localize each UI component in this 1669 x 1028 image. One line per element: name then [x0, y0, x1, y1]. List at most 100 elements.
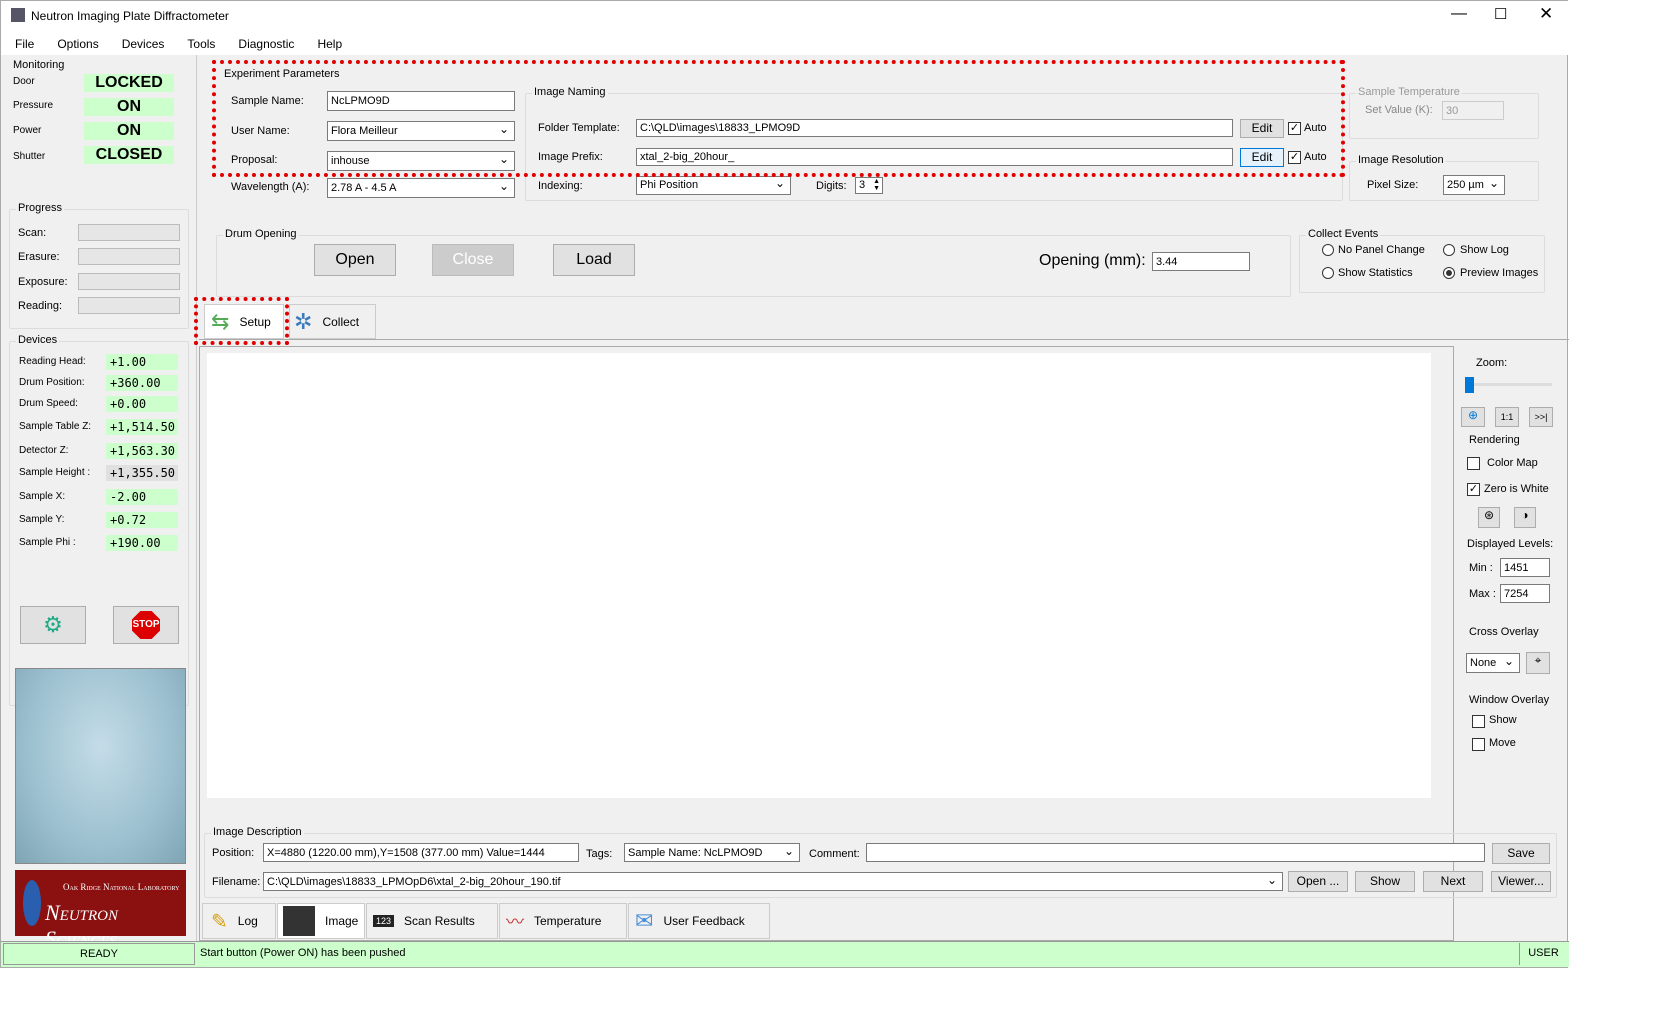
drum-opening-group: Drum Opening Open Close Load Opening (mm… — [216, 228, 1291, 297]
next-button[interactable]: Next — [1423, 871, 1483, 892]
tab-scan-results[interactable]: 123 Scan Results — [366, 903, 498, 939]
wavelength-select[interactable]: 2.78 A - 4.5 A — [327, 178, 515, 198]
overlay-show-checkbox[interactable] — [1472, 715, 1485, 728]
overlay-move-checkbox[interactable] — [1472, 738, 1485, 751]
cross-overlay-title: Cross Overlay — [1469, 626, 1539, 638]
window-title: Neutron Imaging Plate Diffractometer — [31, 9, 229, 23]
device-label: Drum Position: — [19, 377, 85, 388]
scan-results-icon: 123 — [373, 915, 395, 927]
overlay-show-label: Show — [1489, 714, 1517, 726]
pixel-size-select[interactable]: 250 µm — [1443, 175, 1505, 195]
zoom-slider-thumb[interactable] — [1465, 377, 1474, 393]
show-button[interactable]: Show — [1355, 871, 1415, 892]
device-value: +190.00 — [106, 535, 178, 551]
temperature-chart-icon: 〰 — [506, 912, 524, 932]
menu-help[interactable]: Help — [303, 31, 351, 55]
progress-group: Progress Scan: Erasure: Exposure: Readin… — [9, 202, 189, 329]
brightness-button[interactable]: ⊛ — [1478, 507, 1500, 528]
max-stepper[interactable]: 7254 — [1500, 584, 1550, 603]
user-feedback-tab-label: User Feedback — [663, 914, 745, 928]
status-state: READY — [3, 943, 195, 965]
devices-config-button[interactable]: ⚙ — [20, 606, 86, 644]
zoom-fit-button[interactable]: ⊕ — [1461, 407, 1485, 427]
device-label: Drum Speed: — [19, 398, 78, 409]
pressure-status: ON — [84, 98, 174, 116]
tab-temperature[interactable]: 〰 Temperature — [499, 903, 627, 939]
monitoring-title: Monitoring — [13, 59, 65, 71]
device-value: +0.00 — [106, 396, 178, 412]
devices-group: Devices Reading Head: +1.00 Drum Position:… — [9, 334, 189, 706]
image-tab-label: Image — [325, 914, 359, 928]
zoom-slider[interactable] — [1466, 383, 1552, 386]
resolution-title: Image Resolution — [1356, 154, 1446, 166]
color-map-checkbox[interactable] — [1467, 457, 1480, 470]
show-log-radio[interactable] — [1443, 244, 1455, 256]
wavelength-label: Wavelength (A): — [231, 181, 310, 193]
stop-button[interactable]: STOP — [113, 606, 179, 644]
tags-select[interactable]: Sample Name: NcLPMO9D — [624, 843, 800, 862]
filename-select[interactable]: C:\QLD\images\18833_LPMOpD6\xtal_2-big_2… — [263, 872, 1283, 891]
menu-devices[interactable]: Devices — [108, 31, 174, 55]
close-button[interactable]: ✕ — [1539, 4, 1553, 24]
menu-options[interactable]: Options — [43, 31, 107, 55]
indexing-select[interactable]: Phi Position — [636, 176, 791, 195]
no-panel-change-radio[interactable] — [1322, 244, 1334, 256]
tab-log[interactable]: ✎ Log — [202, 903, 276, 939]
close-drum-button[interactable]: Close — [432, 244, 514, 276]
device-value: +1,514.50 — [106, 419, 178, 435]
tab-image[interactable]: Image — [277, 903, 365, 939]
exposure-label: Exposure: — [18, 276, 68, 288]
zero-white-checkbox[interactable]: ✓ — [1467, 483, 1480, 496]
min-stepper[interactable]: 1451 — [1500, 558, 1550, 577]
status-message: Start button (Power ON) has been pushed — [200, 947, 406, 959]
contrast-button[interactable]: ◑ — [1514, 507, 1536, 528]
device-label: Sample Table Z: — [19, 421, 92, 432]
open-drum-button[interactable]: Open — [314, 244, 396, 276]
image-canvas[interactable] — [207, 353, 1431, 798]
stop-icon: STOP — [132, 611, 160, 639]
device-label: Detector Z: — [19, 445, 69, 456]
crosshair-button[interactable]: ⌖ — [1526, 652, 1550, 674]
image-description-title: Image Description — [211, 826, 304, 838]
title-bar: Neutron Imaging Plate Diffractometer — ☐… — [1, 1, 1569, 31]
viewer-button[interactable]: Viewer... — [1491, 871, 1551, 892]
show-statistics-radio[interactable] — [1322, 267, 1334, 279]
menu-file[interactable]: File — [1, 31, 43, 55]
brightness-icon: ⊛ — [1483, 508, 1495, 522]
maximize-button[interactable]: ☐ — [1494, 5, 1507, 23]
no-panel-change-label: No Panel Change — [1338, 244, 1425, 256]
logo-line1: Oak Ridge National Laboratory — [63, 882, 180, 892]
preview-images-label: Preview Images — [1460, 267, 1539, 279]
reading-progress-bar — [78, 297, 180, 314]
collect-tab-label: Collect — [322, 314, 360, 329]
max-value: 7254 — [1504, 588, 1529, 600]
minimize-button[interactable]: — — [1451, 5, 1467, 23]
save-button[interactable]: Save — [1492, 843, 1550, 864]
comment-input[interactable] — [866, 843, 1485, 862]
menu-tools[interactable]: Tools — [173, 31, 224, 55]
highlight-experiment-region — [212, 60, 1345, 177]
sample-temperature-group: Sample Temperature Set Value (K): 30 — [1349, 86, 1539, 139]
tab-collect[interactable]: ✲ Collect — [289, 304, 376, 339]
open-file-button[interactable]: Open ... — [1288, 871, 1348, 892]
load-drum-button[interactable]: Load — [553, 244, 635, 276]
device-value: +360.00 — [106, 375, 178, 391]
preview-images-radio[interactable] — [1443, 267, 1455, 279]
tab-user-feedback[interactable]: ✉ User Feedback — [628, 903, 770, 939]
position-input[interactable]: X=4880 (1220.00 mm),Y=1508 (377.00 mm) V… — [263, 843, 579, 862]
comment-label: Comment: — [809, 848, 860, 860]
cross-overlay-select[interactable]: None — [1466, 653, 1520, 673]
device-label: Reading Head: — [19, 356, 86, 367]
min-value: 1451 — [1504, 562, 1529, 574]
set-value-input[interactable]: 30 — [1442, 101, 1504, 120]
zoom-1to1-button[interactable]: 1:1 — [1495, 407, 1519, 427]
scan-results-tab-label: Scan Results — [404, 914, 475, 928]
envelope-icon: ✉ — [635, 908, 654, 933]
image-resolution-group: Image Resolution Pixel Size: 250 µm — [1349, 154, 1539, 201]
digits-value: 3 — [859, 179, 866, 191]
opening-input[interactable]: 3.44 — [1152, 252, 1250, 271]
zoom-max-button[interactable]: >>| — [1529, 407, 1553, 427]
menu-diagnostic[interactable]: Diagnostic — [224, 31, 303, 55]
displayed-levels-title: Displayed Levels: — [1467, 538, 1554, 550]
digits-stepper[interactable]: 3 ▲ ▼ — [855, 177, 883, 194]
